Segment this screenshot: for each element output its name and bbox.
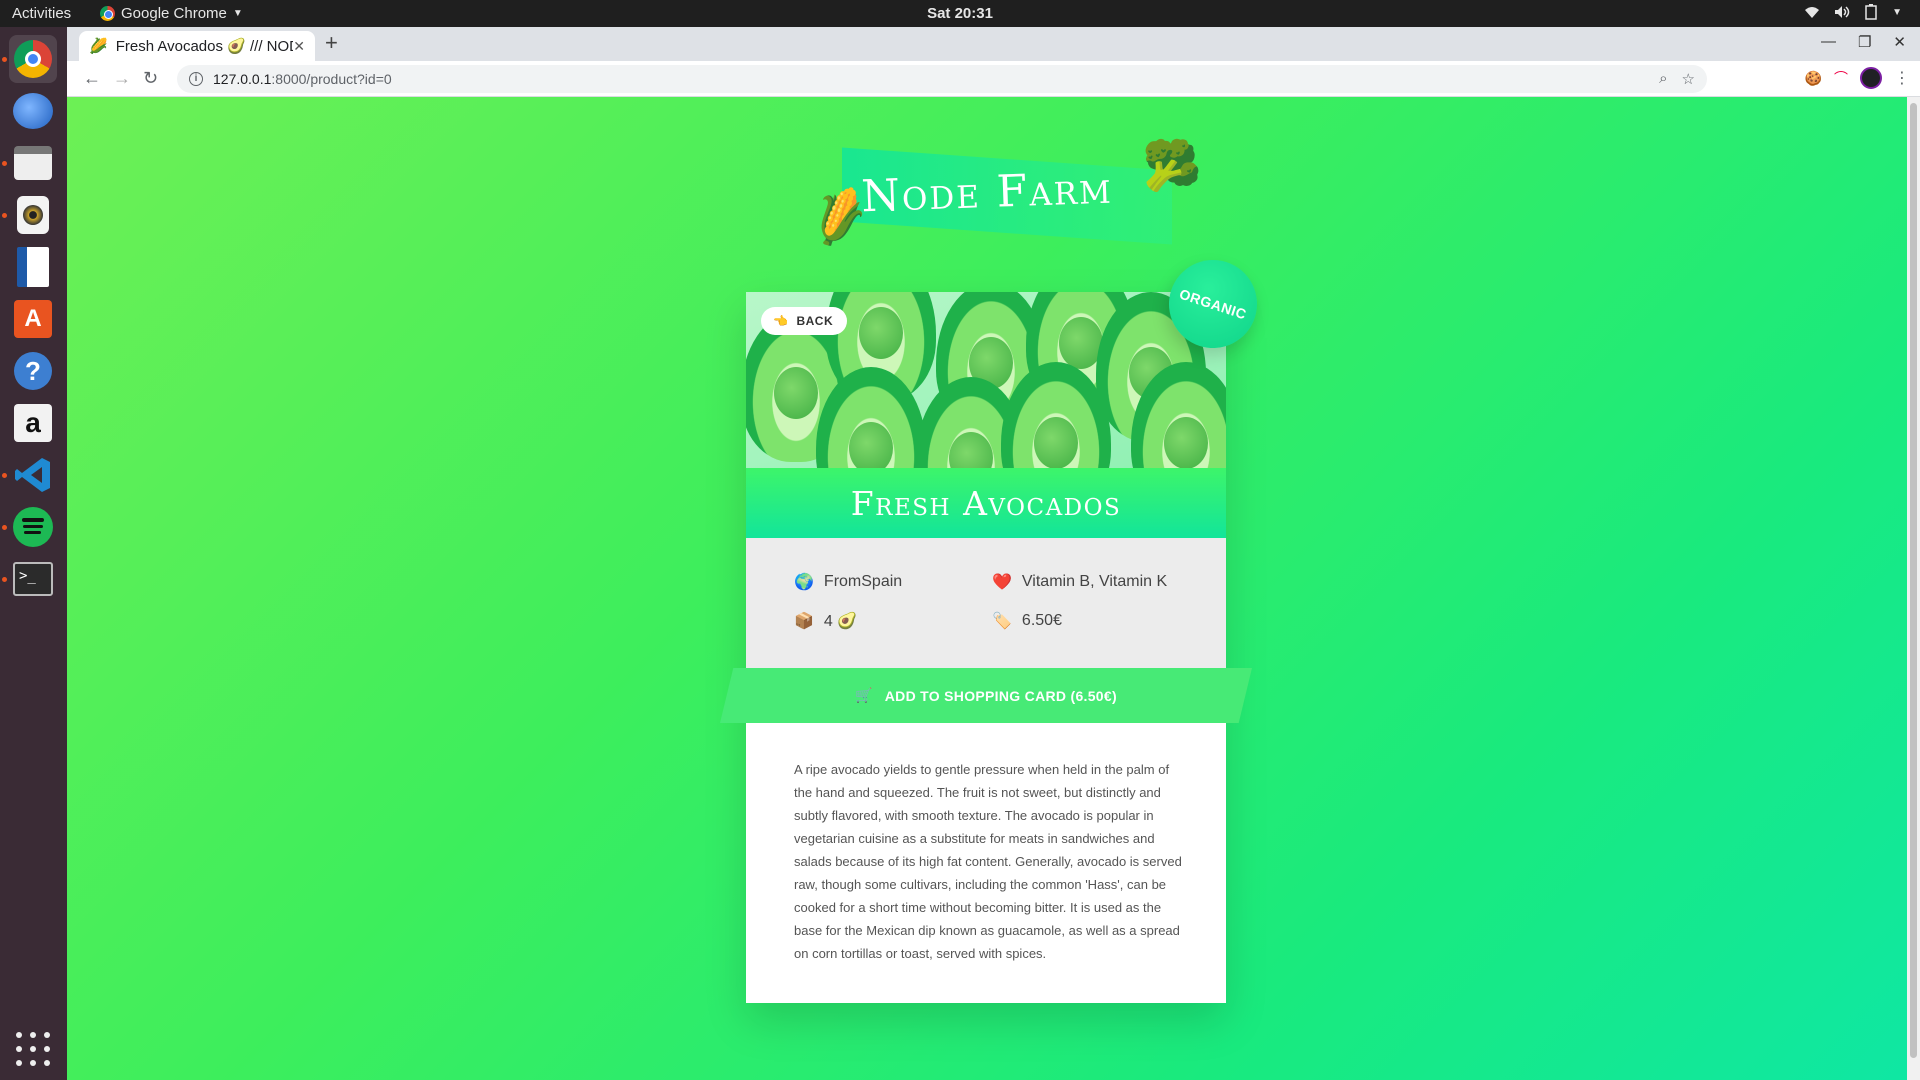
site-logo[interactable]: Node Farm 🌽 🥦 — [792, 137, 1201, 250]
chevron-down-icon: ▼ — [1892, 6, 1902, 18]
quantity-text: 4 🥑 — [823, 613, 858, 630]
close-icon[interactable]: ✕ — [293, 38, 305, 55]
address-bar[interactable]: i 127.0.0.1:8000/product?id=0 ⌕ ☆ — [177, 65, 1707, 93]
dock-amazon[interactable]: a — [9, 399, 57, 447]
new-tab-button[interactable]: + — [325, 30, 338, 56]
terminal-icon: >_ — [13, 562, 53, 596]
menu-kebab-icon[interactable]: ⋮ — [1894, 68, 1910, 88]
files-icon — [14, 146, 52, 180]
package-icon: 📦 — [794, 613, 814, 630]
cart-icon: 🛒 — [855, 687, 873, 703]
software-icon: A — [14, 300, 52, 338]
nutrients-text: Vitamin B, Vitamin K — [1021, 573, 1168, 590]
system-tray[interactable]: ▼ — [1804, 4, 1902, 20]
url-path: :8000/product?id=0 — [271, 71, 392, 87]
dock-rhythmbox[interactable] — [9, 191, 57, 239]
price-text: 6.50€ — [1021, 612, 1062, 629]
battery-icon — [1865, 4, 1877, 20]
back-label: BACK — [796, 314, 834, 328]
running-indicator — [2, 473, 7, 478]
product-details: 🌍 FromSpain ❤️ Vitamin B, Vitamin K 📦 4 … — [746, 538, 1226, 668]
minimize-icon[interactable]: — — [1821, 33, 1836, 51]
window-controls: — ❐ ✕ — [1821, 33, 1906, 51]
writer-icon — [17, 247, 49, 287]
tab-strip: 🌽 Fresh Avocados 🥑 /// NODE FARM ✕ + — ❐… — [67, 27, 1920, 61]
running-indicator — [2, 577, 7, 582]
origin-text: FromSpain — [823, 573, 903, 590]
tab-title: Fresh Avocados 🥑 /// NODE FARM — [115, 38, 294, 55]
running-indicator — [2, 161, 7, 166]
dock-help[interactable]: ? — [9, 347, 57, 395]
product-card: 👈 BACK ORGANIC Fresh Avocados 🌍 FromSpai… — [720, 248, 1269, 1003]
dock-vscode[interactable] — [9, 451, 57, 499]
dock-chrome[interactable] — [9, 35, 57, 83]
dock-files[interactable] — [9, 139, 57, 187]
heart-icon: ❤️ — [992, 574, 1012, 591]
extension-cookie-icon[interactable]: 🍪 — [1805, 70, 1822, 87]
product-hero-image: 👈 BACK — [746, 292, 1226, 468]
reload-icon[interactable]: ↻ — [143, 68, 158, 89]
back-arrow-icon[interactable]: ← — [83, 68, 101, 89]
tab-favicon: 🌽 — [89, 38, 108, 55]
detail-price: 🏷️ 6.50€ — [992, 611, 1062, 631]
dock-terminal[interactable]: >_ — [9, 555, 57, 603]
running-indicator — [2, 525, 7, 530]
clock[interactable]: Sat 20:31 — [0, 5, 1920, 22]
add-to-cart-label: ADD TO SHOPPING CARD (6.50€) — [884, 687, 1117, 704]
extension-rainbow-icon[interactable]: ⌒ — [1834, 68, 1848, 88]
close-window-icon[interactable]: ✕ — [1893, 33, 1906, 51]
dock-software[interactable]: A — [9, 295, 57, 343]
page-scrollbar[interactable] — [1907, 97, 1920, 1080]
broccoli-icon: 🥦 — [1142, 140, 1202, 193]
tab-product[interactable]: 🌽 Fresh Avocados 🥑 /// NODE FARM ✕ — [79, 31, 315, 61]
running-indicator — [2, 57, 7, 62]
dock-writer[interactable] — [9, 243, 57, 291]
rhythmbox-icon — [17, 196, 49, 234]
profile-avatar[interactable] — [1860, 67, 1882, 89]
detail-origin: 🌍 FromSpain — [794, 572, 902, 592]
restore-icon[interactable]: ❐ — [1858, 33, 1871, 51]
scrollbar-thumb[interactable] — [1910, 103, 1917, 1058]
running-indicator — [2, 213, 7, 218]
back-button[interactable]: 👈 BACK — [761, 307, 848, 335]
amazon-icon: a — [14, 404, 52, 442]
zoom-icon[interactable]: ⌕ — [1659, 70, 1667, 88]
detail-nutrients: ❤️ Vitamin B, Vitamin K — [992, 572, 1167, 592]
globe-icon: 🌍 — [794, 574, 814, 591]
vscode-icon — [15, 458, 50, 492]
detail-quantity: 📦 4 🥑 — [794, 611, 857, 631]
pointing-left-icon: 👈 — [773, 314, 789, 328]
product-title: Fresh Avocados — [850, 483, 1122, 523]
browser-toolbar: ← → ↻ i 127.0.0.1:8000/product?id=0 ⌕ ☆ … — [67, 61, 1920, 97]
forward-arrow-icon[interactable]: → — [113, 68, 131, 89]
dock-spotify[interactable] — [9, 503, 57, 551]
star-icon[interactable]: ☆ — [1682, 70, 1695, 88]
dock-thunderbird[interactable] — [9, 87, 57, 135]
product-title-band: Fresh Avocados — [746, 468, 1226, 538]
wifi-icon — [1805, 7, 1820, 18]
volume-icon — [1835, 6, 1850, 18]
url-host: 127.0.0.1 — [213, 71, 272, 87]
help-icon: ? — [14, 352, 52, 390]
dock: A ? a >_ — [0, 27, 67, 1080]
product-description: A ripe avocado yields to gentle pressure… — [794, 762, 1182, 961]
add-to-cart-button[interactable]: 🛒 ADD TO SHOPPING CARD (6.50€) — [720, 668, 1252, 723]
thunderbird-icon — [13, 93, 53, 129]
show-applications-icon[interactable] — [16, 1032, 50, 1066]
spotify-icon — [13, 507, 53, 547]
system-top-bar: Activities Google Chrome ▼ Sat 20:31 ▼ — [0, 0, 1920, 27]
page-viewport: Node Farm 🌽 🥦 👈 BACK ORGANIC Fresh Avoca… — [67, 97, 1907, 1080]
price-tag-icon: 🏷️ — [992, 613, 1012, 630]
info-icon[interactable]: i — [189, 72, 203, 86]
chrome-icon — [14, 40, 52, 78]
